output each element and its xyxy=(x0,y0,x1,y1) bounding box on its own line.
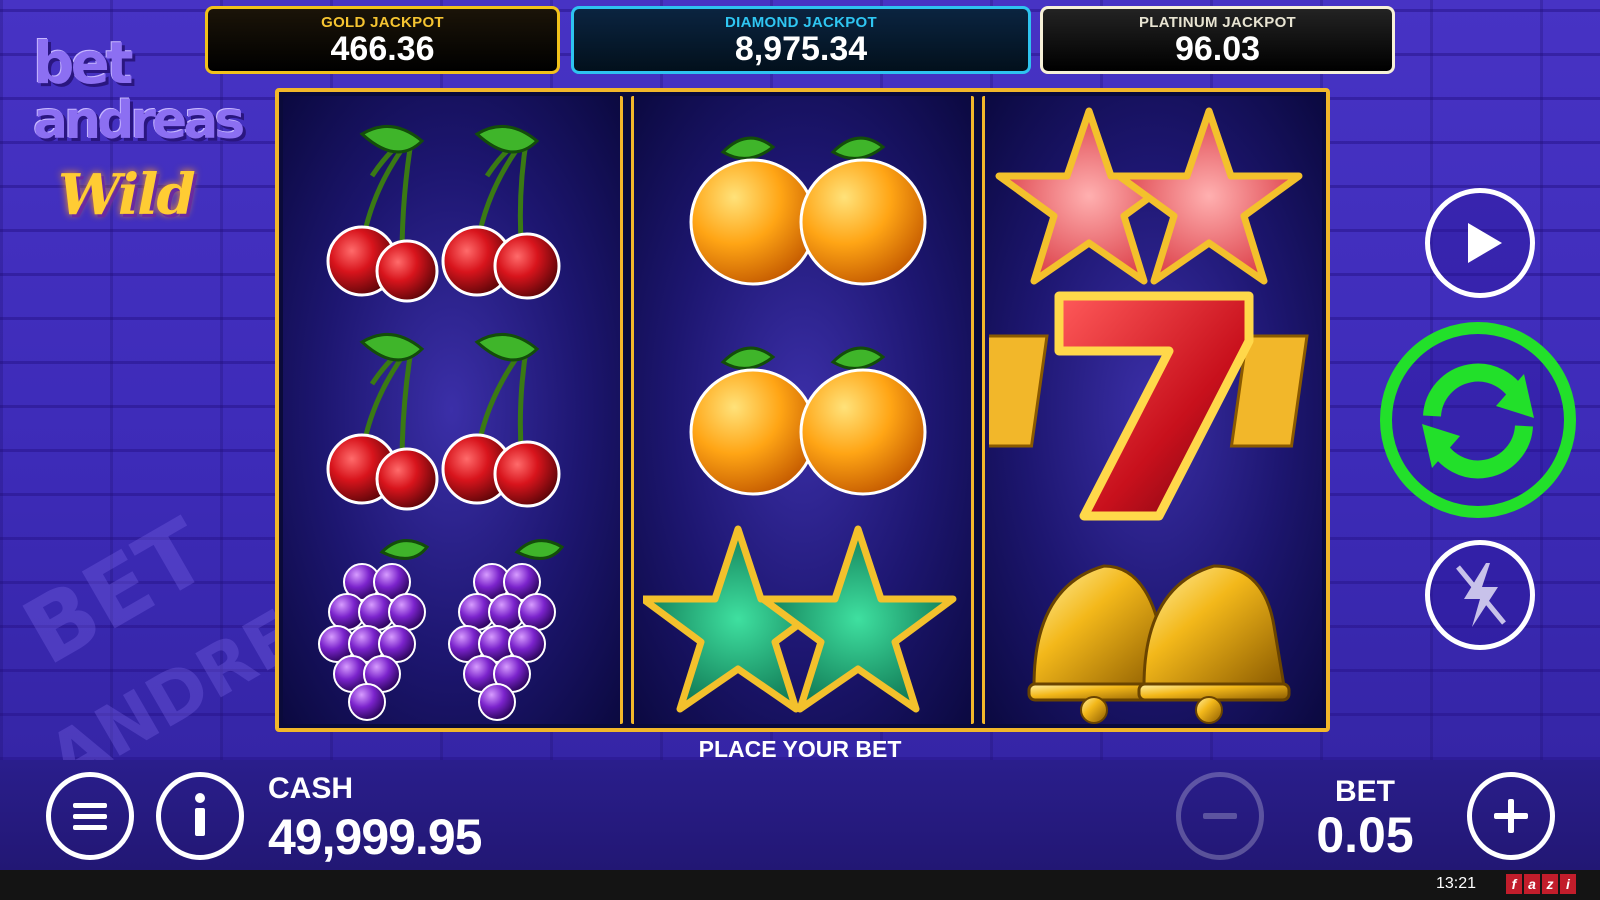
minus-icon xyxy=(1203,813,1237,819)
reel-3: 7 xyxy=(982,96,1322,724)
status-bar: 13:21 f a z i xyxy=(0,870,1600,900)
gold-jackpot: GOLD JACKPOT 466.36 xyxy=(205,6,560,74)
bet-value: 0.05 xyxy=(1316,807,1414,863)
spin-button[interactable] xyxy=(1380,322,1576,518)
gold-jackpot-value: 466.36 xyxy=(330,30,435,68)
grapes-symbol xyxy=(283,522,620,730)
menu-icon xyxy=(73,803,107,830)
seven-symbol: 7 xyxy=(985,286,1322,526)
cherries-symbol xyxy=(283,106,620,314)
brand-letter: i xyxy=(1560,874,1576,894)
gold-jackpot-label: GOLD JACKPOT xyxy=(321,14,444,31)
info-icon xyxy=(195,793,205,836)
platinum-jackpot-label: PLATINUM JACKPOT xyxy=(1138,14,1297,31)
brand-letter: z xyxy=(1542,874,1558,894)
logo-wild: Wild xyxy=(58,162,196,228)
diamond-jackpot: DIAMOND JACKPOT 8,975.34 xyxy=(571,6,1031,74)
game-logo: bet andreas Wild xyxy=(28,29,245,244)
cash-value: 49,999.95 xyxy=(268,809,482,865)
increase-bet-button[interactable] xyxy=(1467,772,1555,860)
bet-label: BET xyxy=(1335,775,1395,808)
spin-icon xyxy=(1422,363,1534,479)
logo-bet: bet xyxy=(33,29,134,97)
status-message: PLACE YOUR BET xyxy=(698,736,902,762)
oranges-symbol xyxy=(634,322,971,530)
play-icon xyxy=(1468,223,1502,263)
green-stars-symbol xyxy=(634,514,971,722)
clock: 13:21 xyxy=(1435,875,1476,892)
reel-2 xyxy=(631,96,974,724)
autoplay-button[interactable] xyxy=(1425,188,1535,298)
bells-symbol xyxy=(985,526,1322,734)
logo-andreas: andreas xyxy=(33,91,245,151)
brand-letter: f xyxy=(1506,874,1522,894)
cherries-symbol xyxy=(283,314,620,522)
brand-letter: a xyxy=(1524,874,1540,894)
diamond-jackpot-label: DIAMOND JACKPOT xyxy=(724,14,877,31)
platinum-jackpot: PLATINUM JACKPOT 96.03 xyxy=(1040,6,1395,74)
decrease-bet-button[interactable] xyxy=(1176,772,1264,860)
provider-logo: f a z i xyxy=(1506,874,1576,896)
plus-icon xyxy=(1494,799,1528,833)
diamond-jackpot-value: 8,975.34 xyxy=(734,30,868,68)
info-button[interactable] xyxy=(156,772,244,860)
cash-label: CASH xyxy=(268,772,354,805)
platinum-jackpot-value: 96.03 xyxy=(1174,30,1261,68)
red-stars-symbol xyxy=(985,106,1322,314)
lightning-icon xyxy=(1456,563,1506,627)
reel-frame: 7 xyxy=(275,88,1330,732)
menu-button[interactable] xyxy=(46,772,134,860)
reel-1 xyxy=(283,96,623,724)
oranges-symbol xyxy=(634,112,971,320)
turbo-button[interactable] xyxy=(1425,540,1535,650)
